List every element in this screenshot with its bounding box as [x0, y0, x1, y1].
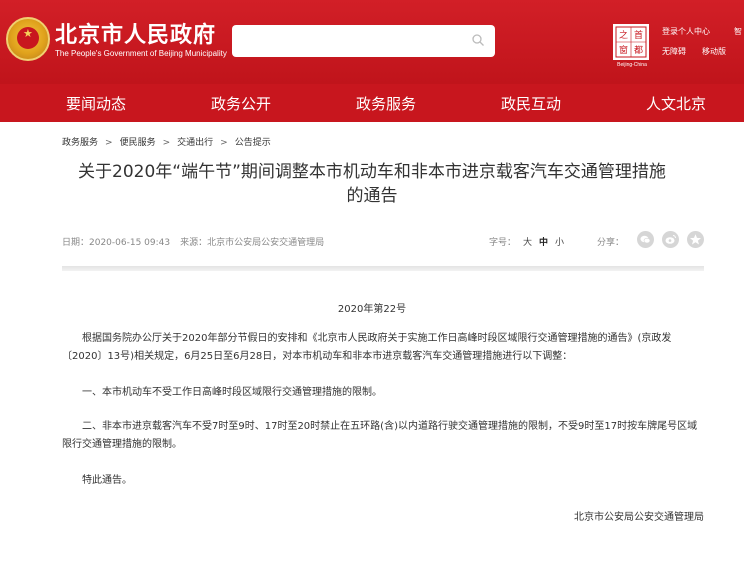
article-source: 来源：北京市公安局公安交通管理局: [180, 238, 325, 248]
share-label: 分享：: [597, 238, 625, 248]
font-size-large[interactable]: 大: [523, 238, 532, 248]
main-nav: 要闻动态 政务公开 政务服务 政民互动 人文北京: [0, 84, 744, 122]
nav-item-news[interactable]: 要闻动态: [66, 93, 126, 114]
nav-item-gov-affairs[interactable]: 政务公开: [211, 93, 271, 114]
breadcrumb-separator: >: [162, 138, 171, 148]
nav-item-culture[interactable]: 人文北京: [646, 93, 706, 114]
search-input[interactable]: [232, 25, 495, 57]
breadcrumb-separator: >: [220, 138, 228, 148]
font-size-control: 字号： 大中小: [489, 235, 564, 248]
breadcrumb-item[interactable]: 公告提示: [235, 138, 271, 148]
breadcrumb-separator: >: [105, 138, 113, 148]
weibo-icon[interactable]: [662, 231, 679, 248]
logo2-char: 首: [634, 29, 643, 41]
accessibility-link[interactable]: 无障碍: [662, 46, 686, 57]
breadcrumb-item[interactable]: 交通出行: [177, 138, 213, 148]
site-subtitle: The People's Government of Beijing Munic…: [55, 49, 227, 58]
font-size-medium[interactable]: 中: [539, 238, 548, 248]
nav-item-interaction[interactable]: 政民互动: [501, 93, 561, 114]
breadcrumb-item[interactable]: 便民服务: [120, 138, 156, 148]
site-title[interactable]: 北京市人民政府: [55, 17, 216, 49]
breadcrumb: 政务服务 > 便民服务 > 交通出行 > 公告提示: [62, 135, 271, 148]
mobile-link[interactable]: 移动版: [702, 46, 726, 57]
font-size-label: 字号：: [489, 238, 517, 248]
article-title-line: 的通告: [346, 186, 398, 206]
capital-logo-caption: Beijing-China: [617, 62, 647, 68]
article-paragraph: 一、本市机动车不受工作日高峰时段区域限行交通管理措施的限制。: [82, 387, 382, 398]
wechat-icon[interactable]: [637, 231, 654, 248]
favorite-icon[interactable]: [687, 231, 704, 248]
article-paragraph: 根据国务院办公厅关于2020年部分节假日的安排和《北京市人民政府关于实施工作日高…: [62, 333, 672, 362]
article-paragraph: 特此通告。: [82, 475, 132, 486]
content-divider: [62, 266, 704, 271]
capital-logo[interactable]: 之 首 窗 都: [613, 24, 649, 60]
logo2-char: 窗: [619, 44, 628, 56]
login-link[interactable]: 登录个人中心: [662, 26, 710, 37]
breadcrumb-item[interactable]: 政务服务: [62, 138, 98, 148]
article-signature: 北京市公安局公安交通管理局: [574, 512, 704, 523]
header-banner: ★ 北京市人民政府 The People's Government of Bei…: [0, 0, 744, 84]
article-title-line: 关于2020年“端午节”期间调整本市机动车和非本市进京载客汽车交通管理措施: [78, 162, 666, 182]
site-header: ★ 北京市人民政府 The People's Government of Bei…: [0, 0, 744, 122]
font-size-small[interactable]: 小: [555, 238, 564, 248]
logo2-char: 之: [619, 29, 628, 41]
smart-link[interactable]: 智: [734, 26, 742, 37]
logo2-char: 都: [634, 45, 643, 56]
capital-logo-mark: 之 首 窗 都: [615, 26, 647, 58]
article-meta: 日期：2020-06-15 09:43 来源：北京市公安局公安交通管理局: [62, 235, 324, 248]
article-title: 关于2020年“端午节”期间调整本市机动车和非本市进京载客汽车交通管理措施 的通…: [40, 160, 704, 208]
article-paragraph: 二、非本市进京载客汽车不受7时至9时、17时至20时禁止在五环路(含)以内道路行…: [62, 421, 698, 450]
nav-item-services[interactable]: 政务服务: [356, 93, 416, 114]
article-date: 日期：2020-06-15 09:43: [62, 238, 171, 248]
national-emblem-icon[interactable]: ★: [6, 17, 50, 61]
document-number: 2020年第22号: [337, 304, 407, 315]
search-icon[interactable]: [471, 33, 485, 47]
emblem-star-icon: ★: [23, 27, 33, 40]
